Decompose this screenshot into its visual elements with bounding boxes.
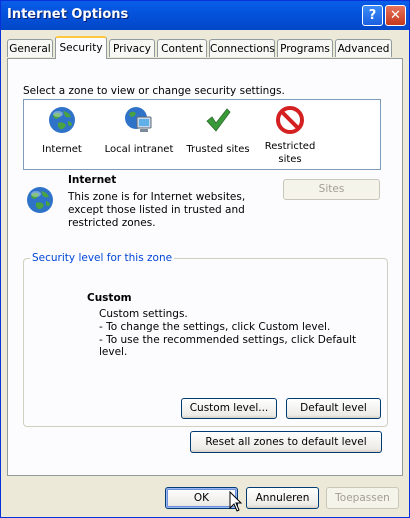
checkmark-icon xyxy=(206,108,231,132)
mouse-cursor-icon xyxy=(229,491,243,512)
help-button[interactable]: ? xyxy=(362,5,383,26)
cancel-button[interactable]: Annuleren xyxy=(246,487,319,509)
zone-trusted-sites-label: Trusted sites xyxy=(186,144,250,155)
zone-trusted-sites[interactable]: Trusted sites xyxy=(182,105,254,156)
ok-button[interactable]: OK xyxy=(165,487,238,509)
title-bar[interactable]: Internet Options ? ✕ xyxy=(1,1,409,30)
intranet-icon xyxy=(125,107,152,132)
security-level-title: Custom xyxy=(87,292,132,304)
security-level-line-3: - To use the recommended settings, click… xyxy=(99,334,357,358)
zone-restricted-sites-label: Restricted sites xyxy=(264,141,316,165)
tab-security[interactable]: Security xyxy=(55,36,107,59)
security-tab-panel: Select a zone to view or change security… xyxy=(7,58,403,476)
default-level-button[interactable]: Default level xyxy=(286,398,381,419)
restricted-icon xyxy=(276,106,304,134)
reset-all-zones-button[interactable]: Reset all zones to default level xyxy=(190,431,382,453)
security-level-line-2: - To change the settings, click Custom l… xyxy=(99,321,331,333)
tab-advanced[interactable]: Advanced xyxy=(335,39,392,57)
zone-local-intranet-label: Local intranet xyxy=(104,144,174,155)
tab-connections[interactable]: Connections xyxy=(209,39,275,57)
close-button[interactable]: ✕ xyxy=(385,5,406,26)
security-level-group-label: Security level for this zone xyxy=(30,252,175,264)
globe-icon xyxy=(27,187,53,213)
tab-content[interactable]: Content xyxy=(157,39,207,57)
tab-privacy[interactable]: Privacy xyxy=(109,39,155,57)
select-zone-instruction: Select a zone to view or change security… xyxy=(23,85,285,97)
selected-zone-description: This zone is for Internet websites, exce… xyxy=(68,191,246,229)
zone-internet-label: Internet xyxy=(42,144,82,155)
selected-zone-name: Internet xyxy=(68,174,117,186)
tab-programs[interactable]: Programs xyxy=(277,39,333,57)
zone-internet[interactable]: Internet xyxy=(26,105,98,156)
tab-general[interactable]: General xyxy=(7,39,53,57)
security-level-group: Security level for this zone Custom Cust… xyxy=(23,252,388,427)
custom-level-button[interactable]: Custom level... xyxy=(181,398,277,419)
security-level-line-1: Custom settings. xyxy=(99,308,188,320)
window-title: Internet Options xyxy=(7,7,129,22)
zone-local-intranet[interactable]: Local intranet xyxy=(98,105,180,156)
zone-restricted-sites[interactable]: Restricted sites xyxy=(254,105,326,166)
globe-icon xyxy=(49,107,75,133)
apply-button[interactable]: Toepassen xyxy=(326,487,399,509)
zone-list: Internet Local intranet Trusted sites Re… xyxy=(23,99,381,170)
internet-options-window: Internet Options ? ✕ General Security Pr… xyxy=(0,0,410,518)
sites-button[interactable]: Sites xyxy=(283,179,380,200)
